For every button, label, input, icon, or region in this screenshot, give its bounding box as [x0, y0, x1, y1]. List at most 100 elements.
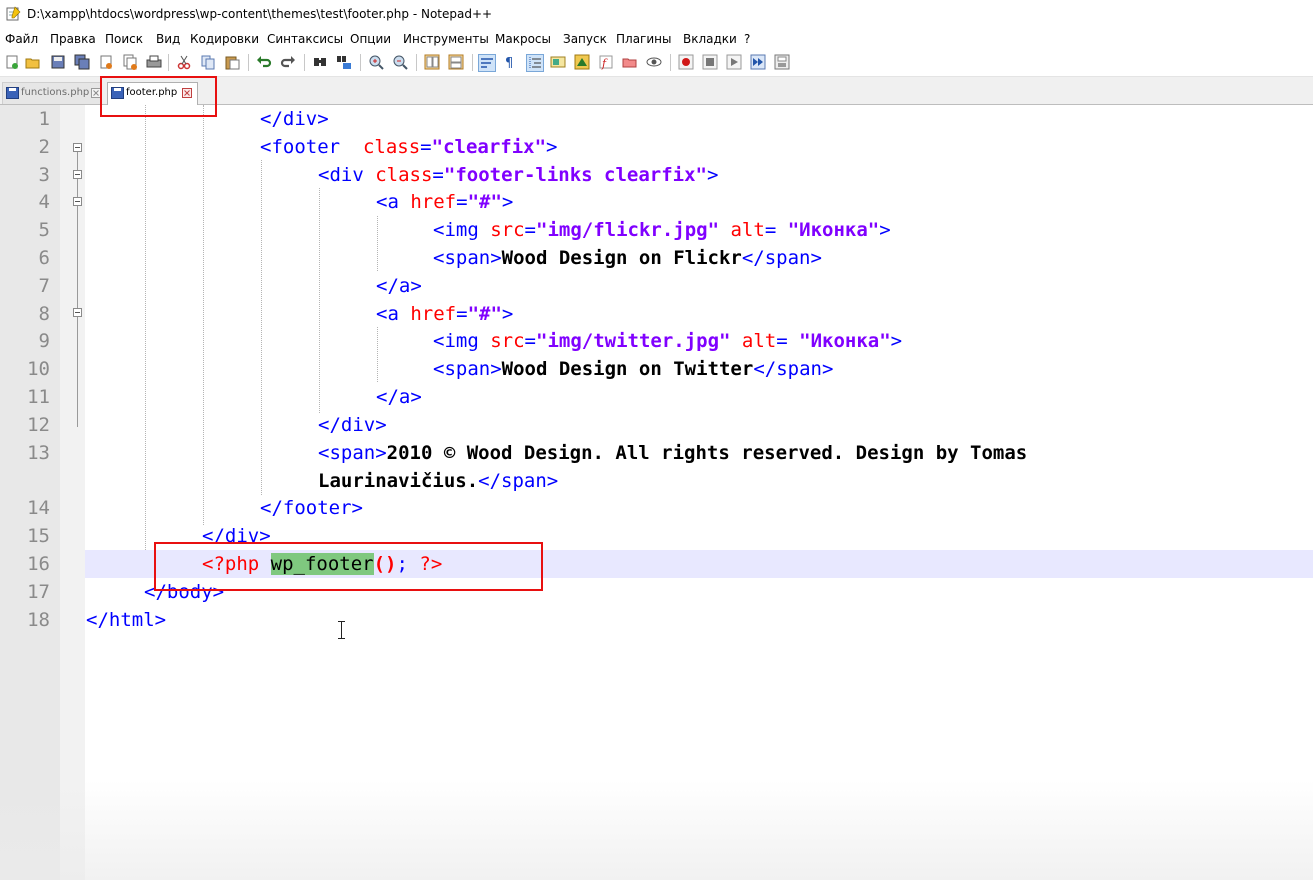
- redo-icon[interactable]: [280, 54, 296, 70]
- close-all-icon[interactable]: [122, 54, 138, 70]
- attribute-value: "Иконка": [787, 219, 880, 241]
- folder-workspace-icon[interactable]: [622, 54, 638, 70]
- close-icon[interactable]: [98, 54, 114, 70]
- attribute-value: "#": [467, 303, 502, 325]
- menu-macros[interactable]: Макросы: [495, 32, 551, 46]
- tag: </span>: [753, 358, 834, 380]
- fold-line: [77, 317, 78, 427]
- print-icon[interactable]: [146, 54, 162, 70]
- code-line-6: <span>Wood Design on Flickr</span>: [433, 244, 822, 272]
- line-number-gutter: 1 2 3 4 5 6 7 8 9 10 11 12 13 14 15 16 1…: [0, 105, 60, 880]
- line-number: 4: [38, 191, 50, 213]
- save-macro-icon[interactable]: [774, 54, 790, 70]
- indent-guide: [377, 216, 378, 271]
- tag: </div>: [260, 108, 329, 130]
- code-line-11: </a>: [376, 383, 422, 411]
- run-macro-multiple-icon[interactable]: [750, 54, 766, 70]
- tag: >: [890, 330, 903, 352]
- define-language-icon[interactable]: [550, 54, 566, 70]
- menu-tools[interactable]: Инструменты: [403, 32, 489, 46]
- line-number: 8: [38, 303, 50, 325]
- menu-encoding[interactable]: Кодировки: [190, 32, 259, 46]
- menu-help[interactable]: ?: [744, 32, 750, 46]
- attribute: src: [490, 330, 525, 352]
- sync-vertical-icon[interactable]: [424, 54, 440, 70]
- zoom-in-icon[interactable]: [368, 54, 384, 70]
- word-wrap-icon[interactable]: [478, 54, 496, 72]
- show-all-chars-icon[interactable]: ¶: [502, 54, 518, 70]
- fold-toggle-icon[interactable]: [73, 170, 82, 179]
- menu-view[interactable]: Вид: [156, 32, 180, 46]
- cut-icon[interactable]: [176, 54, 192, 70]
- equals: =: [524, 330, 536, 352]
- text-cursor-icon: [337, 620, 346, 640]
- doc-map-icon[interactable]: [574, 54, 590, 70]
- menu-run[interactable]: Запуск: [563, 32, 607, 46]
- code-line-1: </div>: [260, 105, 329, 133]
- toolbar-separator: [670, 54, 671, 71]
- new-file-icon[interactable]: [4, 54, 20, 70]
- menu-syntax[interactable]: Синтаксисы: [267, 32, 343, 46]
- line-number: 7: [38, 275, 50, 297]
- undo-icon[interactable]: [256, 54, 272, 70]
- fold-toggle-icon[interactable]: [73, 308, 82, 317]
- tag: </a>: [376, 386, 422, 408]
- code-line-12: </div>: [318, 411, 387, 439]
- line-number: 14: [27, 497, 50, 519]
- code-line-13: <span>2010 © Wood Design. All rights res…: [318, 439, 1027, 467]
- saved-file-icon: [6, 87, 19, 99]
- indent-guide-icon[interactable]: [526, 54, 544, 72]
- indent-guide: [377, 327, 378, 382]
- attribute: src: [490, 219, 525, 241]
- tag: >: [546, 136, 558, 158]
- svg-text:¶: ¶: [505, 56, 513, 70]
- play-macro-icon[interactable]: [726, 54, 742, 70]
- code-line-14: </footer>: [260, 494, 363, 522]
- attribute-value: "img/twitter.jpg": [536, 330, 731, 352]
- tag: <img: [433, 219, 479, 241]
- fold-line: [77, 206, 78, 308]
- tag: >: [706, 164, 719, 186]
- line-number: 10: [27, 358, 50, 380]
- line-number: 17: [27, 581, 50, 603]
- text-content: Wood Design on Flickr: [501, 247, 742, 269]
- find-icon[interactable]: [312, 54, 328, 70]
- paste-icon[interactable]: [224, 54, 240, 70]
- sync-horizontal-icon[interactable]: [448, 54, 464, 70]
- tab-functions-php[interactable]: functions.php: [2, 82, 102, 104]
- zoom-out-icon[interactable]: [392, 54, 408, 70]
- fold-toggle-icon[interactable]: [73, 143, 82, 152]
- copy-icon[interactable]: [200, 54, 216, 70]
- menu-tabs[interactable]: Вкладки: [683, 32, 737, 46]
- line-number: 6: [38, 247, 50, 269]
- line-number: 13: [27, 442, 50, 464]
- attribute-value: "#": [467, 191, 502, 213]
- notepad-icon: [6, 6, 21, 21]
- save-icon[interactable]: [50, 54, 66, 70]
- menu-edit[interactable]: Правка: [50, 32, 96, 46]
- code-line-7: </a>: [376, 272, 422, 300]
- toolbar-separator: [416, 54, 417, 71]
- text-content: Wood Design on Twitter: [501, 358, 754, 380]
- record-macro-icon[interactable]: [678, 54, 694, 70]
- menu-options[interactable]: Опции: [350, 32, 391, 46]
- function-list-icon[interactable]: f: [598, 54, 614, 70]
- code-line-18: </html>: [86, 606, 166, 634]
- menu-file[interactable]: Файл: [5, 32, 38, 46]
- stop-record-icon[interactable]: [702, 54, 718, 70]
- monitoring-icon[interactable]: [646, 54, 662, 70]
- code-line-9: <img src="img/twitter.jpg" alt= "Иконка"…: [433, 327, 902, 355]
- toolbar-separator: [304, 54, 305, 71]
- tag: <div: [318, 164, 364, 186]
- replace-icon[interactable]: [336, 54, 352, 70]
- menu-search[interactable]: Поиск: [105, 32, 143, 46]
- save-all-icon[interactable]: [74, 54, 90, 70]
- open-file-icon[interactable]: [25, 54, 41, 70]
- tag: <img: [433, 330, 479, 352]
- text-content: Laurinavičius.: [318, 470, 479, 492]
- tag: <span>: [318, 442, 387, 464]
- toolbar-separator: [360, 54, 361, 71]
- fold-toggle-icon[interactable]: [73, 197, 82, 206]
- menu-plugins[interactable]: Плагины: [616, 32, 671, 46]
- tag: >: [879, 219, 891, 241]
